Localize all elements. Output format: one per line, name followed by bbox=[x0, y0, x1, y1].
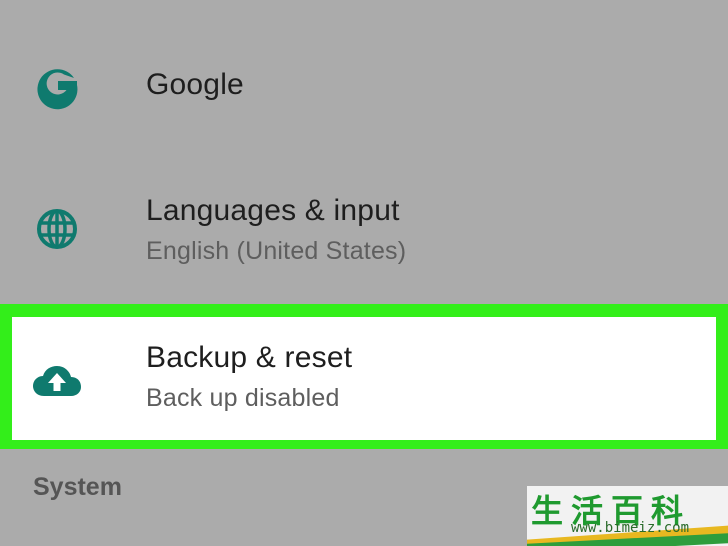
settings-item-subtitle: Back up disabled bbox=[146, 384, 340, 412]
settings-item-title: Backup & reset bbox=[146, 341, 353, 374]
watermark-url: www.bimeiz.com bbox=[571, 520, 690, 536]
globe-icon bbox=[37, 209, 77, 249]
highlighted-item-background: Backup & reset Back up disabled bbox=[12, 317, 716, 440]
settings-item-languages[interactable]: Languages & input English (United States… bbox=[0, 170, 728, 290]
google-g-icon bbox=[37, 69, 78, 110]
watermark: 生活百科 www.bimeiz.com bbox=[527, 486, 728, 546]
settings-item-backup-reset[interactable]: Backup & reset Back up disabled bbox=[0, 304, 728, 449]
settings-item-title: Google bbox=[146, 68, 244, 101]
settings-item-google[interactable]: Google bbox=[0, 40, 728, 136]
cloud-upload-icon bbox=[33, 366, 81, 396]
section-header-system: System bbox=[33, 473, 122, 501]
settings-item-title: Languages & input bbox=[146, 194, 400, 227]
settings-item-subtitle: English (United States) bbox=[146, 237, 407, 265]
